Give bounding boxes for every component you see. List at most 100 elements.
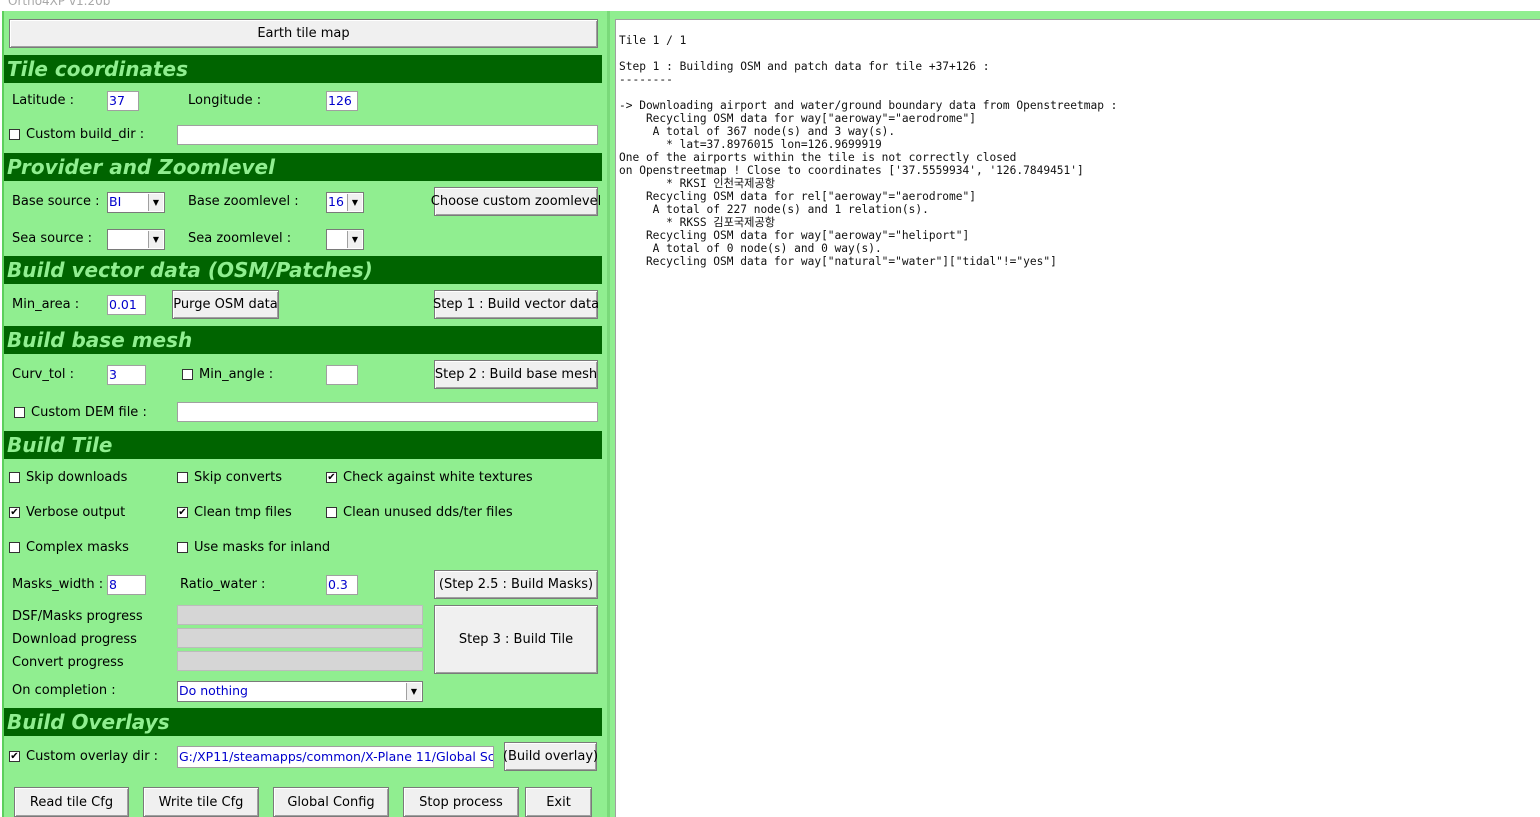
chevron-down-icon[interactable]: ▼ <box>406 683 421 700</box>
use-masks-inland-checkbox[interactable] <box>177 542 188 553</box>
log-line: Recycling OSM data for way["natural"="wa… <box>619 255 1057 268</box>
log-console[interactable]: Tile 1 / 1 Step 1 : Building OSM and pat… <box>615 19 1540 817</box>
min-area-label: Min_area : <box>12 297 80 312</box>
convert-progress-label: Convert progress <box>12 655 124 670</box>
log-line: Recycling OSM data for rel["aeroway"="ae… <box>619 190 976 203</box>
custom-dem-checkbox[interactable] <box>14 407 25 418</box>
base-zoom-label: Base zoomlevel : <box>188 194 299 209</box>
use-masks-inland-label: Use masks for inland <box>194 540 331 555</box>
clean-unused-checkbox[interactable] <box>326 507 337 518</box>
convert-progress-bar <box>177 651 423 671</box>
base-source-label: Base source : <box>12 194 100 209</box>
sea-source-label: Sea source : <box>12 231 93 246</box>
section-build-tile: Build Tile <box>4 431 602 459</box>
custom-build-dir-label: Custom build_dir : <box>26 127 145 142</box>
complex-masks-checkbox[interactable] <box>9 542 20 553</box>
step25-button[interactable]: (Step 2.5 : Build Masks) <box>434 570 598 599</box>
build-overlay-button[interactable]: (Build overlay) <box>503 742 598 771</box>
log-line: A total of 227 node(s) and 1 relation(s)… <box>619 203 929 216</box>
log-line: One of the airports within the tile is n… <box>619 151 1017 164</box>
clean-tmp-checkbox[interactable]: ✔ <box>177 507 188 518</box>
log-line: A total of 367 node(s) and 3 way(s). <box>619 125 896 138</box>
complex-masks-label: Complex masks <box>26 540 129 555</box>
latitude-input[interactable]: 37 <box>107 91 139 111</box>
min-angle-input[interactable] <box>326 365 358 385</box>
global-config-button[interactable]: Global Config <box>273 787 389 817</box>
base-source-select[interactable]: BI ▼ <box>107 192 165 213</box>
log-line: Step 1 : Building OSM and patch data for… <box>619 60 990 73</box>
log-line: -------- <box>619 73 673 86</box>
section-tile-coordinates: Tile coordinates <box>4 55 602 83</box>
log-line: Tile 1 / 1 <box>619 34 687 47</box>
step1-button[interactable]: Step 1 : Build vector data <box>433 290 599 319</box>
custom-zoomlevel-button[interactable]: Choose custom zoomlevel <box>431 187 601 216</box>
ratio-water-label: Ratio_water : <box>180 577 266 592</box>
log-line: Recycling OSM data for way["aeroway"="he… <box>619 229 970 242</box>
check-white-checkbox[interactable]: ✔ <box>326 472 337 483</box>
skip-converts-checkbox[interactable] <box>177 472 188 483</box>
base-zoom-select[interactable]: 16 ▼ <box>326 192 364 213</box>
chevron-down-icon[interactable]: ▼ <box>148 194 163 211</box>
download-progress-label: Download progress <box>12 632 137 647</box>
section-mesh: Build base mesh <box>4 326 602 354</box>
purge-osm-button[interactable]: Purge OSM data <box>172 290 279 319</box>
log-line: * lat=37.8976015 lon=126.9699919 <box>619 138 882 151</box>
latitude-label: Latitude : <box>12 93 75 108</box>
chevron-down-icon[interactable]: ▼ <box>347 231 362 248</box>
min-angle-checkbox[interactable] <box>182 369 193 380</box>
section-vector: Build vector data (OSM/Patches) <box>4 256 602 284</box>
write-tile-cfg-button[interactable]: Write tile Cfg <box>143 787 259 817</box>
skip-downloads-checkbox[interactable] <box>9 472 20 483</box>
sea-source-select[interactable]: ▼ <box>107 229 165 250</box>
title-bar: Ortho4XP v1.20b <box>0 0 1540 11</box>
custom-dem-label: Custom DEM file : <box>31 405 147 420</box>
step2-button[interactable]: Step 2 : Build base mesh <box>434 360 598 389</box>
chevron-down-icon[interactable]: ▼ <box>347 194 362 211</box>
chevron-down-icon[interactable]: ▼ <box>148 231 163 248</box>
log-line: A total of 0 node(s) and 0 way(s). <box>619 242 882 255</box>
read-tile-cfg-button[interactable]: Read tile Cfg <box>14 787 129 817</box>
step3-button[interactable]: Step 3 : Build Tile <box>434 605 598 674</box>
stop-process-button[interactable]: Stop process <box>403 787 519 817</box>
log-line: * RKSS 김포국제공항 <box>619 216 776 229</box>
clean-unused-label: Clean unused dds/ter files <box>343 505 513 520</box>
masks-width-label: Masks_width : <box>12 577 104 592</box>
log-line: * RKSI 인천국제공항 <box>619 177 776 190</box>
min-area-input[interactable]: 0.01 <box>107 295 146 315</box>
sea-zoom-label: Sea zoomlevel : <box>188 231 292 246</box>
min-angle-label: Min_angle : <box>199 367 274 382</box>
section-provider: Provider and Zoomlevel <box>4 153 602 181</box>
custom-overlay-label: Custom overlay dir : <box>26 749 159 764</box>
section-overlays: Build Overlays <box>4 708 602 736</box>
custom-overlay-checkbox[interactable]: ✔ <box>9 751 20 762</box>
ratio-water-input[interactable]: 0.3 <box>326 575 358 595</box>
earth-tile-map-button[interactable]: Earth tile map <box>9 19 598 48</box>
log-line: Recycling OSM data for way["aeroway"="ae… <box>619 112 976 125</box>
longitude-input[interactable]: 126 <box>326 91 358 111</box>
log-line: -> Downloading airport and water/ground … <box>619 99 1118 112</box>
custom-build-dir-input[interactable] <box>177 125 598 145</box>
window-title: Ortho4XP v1.20b <box>8 0 111 8</box>
custom-overlay-dir-input[interactable]: G:/XP11/steamapps/common/X-Plane 11/Glob… <box>177 746 494 768</box>
log-line: on Openstreetmap ! Close to coordinates … <box>619 164 1084 177</box>
longitude-label: Longitude : <box>188 93 262 108</box>
sea-zoom-select[interactable]: ▼ <box>326 229 364 250</box>
exit-button[interactable]: Exit <box>525 787 592 817</box>
download-progress-bar <box>177 628 423 648</box>
custom-dem-input[interactable] <box>177 402 598 422</box>
base-source-value: BI <box>109 194 122 209</box>
base-zoom-value: 16 <box>328 194 344 209</box>
skip-converts-label: Skip converts <box>194 470 283 485</box>
custom-build-dir-checkbox[interactable] <box>9 129 20 140</box>
clean-tmp-label: Clean tmp files <box>194 505 292 520</box>
check-white-label: Check against white textures <box>343 470 533 485</box>
on-completion-select[interactable]: Do nothing ▼ <box>177 681 423 702</box>
curv-tol-input[interactable]: 3 <box>107 365 146 385</box>
dsf-progress-label: DSF/Masks progress <box>12 609 143 624</box>
on-completion-value: Do nothing <box>179 683 248 698</box>
verbose-checkbox[interactable]: ✔ <box>9 507 20 518</box>
curv-tol-label: Curv_tol : <box>12 367 75 382</box>
masks-width-input[interactable]: 8 <box>107 575 146 595</box>
